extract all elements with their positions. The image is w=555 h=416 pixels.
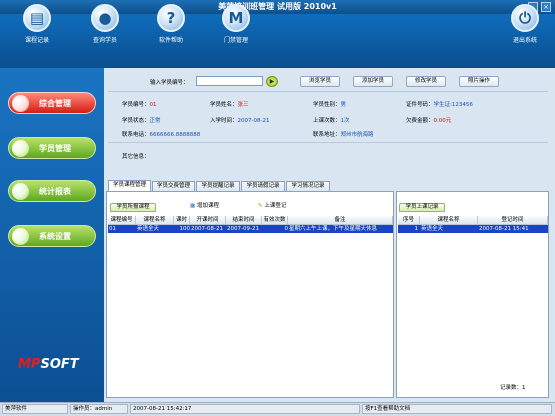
record-count: 记录数：1 <box>500 385 526 391</box>
divider <box>108 142 548 143</box>
tab-reminder[interactable]: 学员提醒记录 <box>196 181 240 191</box>
col-header[interactable]: 课时 <box>174 216 190 225</box>
sidebar-item-students[interactable]: 学员管理 <box>8 137 96 159</box>
col-header[interactable]: 课程编号 <box>108 216 136 225</box>
bullet-icon <box>12 228 29 245</box>
student-name: 学员姓名：张三 <box>210 102 249 108</box>
student-cert: 证件号码：学生证:123456 <box>406 102 473 108</box>
tab-study[interactable]: 学习情况记录 <box>286 181 330 191</box>
col-header[interactable]: 序号 <box>398 216 420 225</box>
student-id-input[interactable] <box>196 76 263 86</box>
search-student-button[interactable]: ● 查询学员 <box>80 4 130 52</box>
sidebar-item-reports[interactable]: 统计报表 <box>8 180 96 202</box>
m-icon: M <box>222 4 250 32</box>
edit-student-button[interactable]: 修改学员 <box>406 76 446 87</box>
status-company: 美萍软件 <box>2 404 68 414</box>
col-header[interactable]: 结束时间 <box>226 216 262 225</box>
photo-button[interactable]: 照片操作 <box>459 76 499 87</box>
class-count: 上课次数：1次 <box>313 118 350 124</box>
bullet-icon <box>12 183 29 200</box>
exit-button[interactable]: ⏻ 退出系统 <box>500 4 550 52</box>
tab-leave[interactable]: 学员请假记录 <box>241 181 285 191</box>
person-icon: ● <box>91 4 119 32</box>
course-record-button[interactable]: ▤ 课程记录 <box>12 4 62 52</box>
help-button[interactable]: ? 软件帮助 <box>146 4 196 52</box>
student-status: 学员状态：正常 <box>122 118 161 124</box>
search-label: 输入学员编号： <box>150 80 189 86</box>
phone: 联系电话：6666666.8888888 <box>122 132 201 138</box>
add-course-button[interactable]: ▦ 增加课程 <box>190 201 219 209</box>
checkin-button[interactable]: ✎ 上课登记 <box>258 201 286 209</box>
power-icon: ⏻ <box>511 4 539 32</box>
student-gender: 学员性别：男 <box>313 102 347 108</box>
tab-course[interactable]: 学员课程管理 <box>108 180 151 191</box>
student-id: 学员编号：01 <box>122 102 157 108</box>
col-header[interactable]: 登记时间 <box>478 216 548 225</box>
sidebar-item-overview[interactable]: 综合管理 <box>8 92 96 114</box>
col-header[interactable]: 课程名称 <box>136 216 174 225</box>
add-student-button[interactable]: 添加学员 <box>353 76 393 87</box>
subtab-attendance[interactable]: 学员上课记录 <box>399 203 445 212</box>
col-header[interactable]: 有效次数 <box>262 216 288 225</box>
bullet-icon <box>12 140 29 157</box>
col-header[interactable]: 课程名称 <box>420 216 478 225</box>
address: 联系地址：郑州市航海路 <box>313 132 374 138</box>
divider <box>108 91 548 92</box>
status-hint: 按F1查看帮助文档 <box>362 404 552 414</box>
other-info-label: 其它信息： <box>122 154 150 160</box>
mpsoft-logo: MPSOFT <box>18 357 79 372</box>
search-go-button[interactable]: ▶ <box>266 76 278 87</box>
browse-students-button[interactable]: 浏览学员 <box>300 76 340 87</box>
col-header[interactable]: 开课时间 <box>190 216 226 225</box>
col-header[interactable]: 备注 <box>288 216 393 225</box>
document-icon: ▤ <box>23 4 51 32</box>
add-icon: ▦ <box>190 203 197 209</box>
status-operator: 操作员：admin <box>70 404 128 414</box>
help-icon: ? <box>157 4 185 32</box>
subtab-courses[interactable]: 学员所报课程 <box>110 203 156 212</box>
enroll-date: 入学时间：2007-08-21 <box>210 118 270 124</box>
owed-amount: 欠费金额：0.00元 <box>406 118 452 124</box>
status-time: 2007-08-21 15:42:17 <box>130 404 360 414</box>
bullet-icon <box>12 95 29 112</box>
access-control-button[interactable]: M 门禁管理 <box>211 4 261 52</box>
sidebar-item-settings[interactable]: 系统设置 <box>8 225 96 247</box>
tab-payment[interactable]: 学员交费管理 <box>152 181 195 191</box>
